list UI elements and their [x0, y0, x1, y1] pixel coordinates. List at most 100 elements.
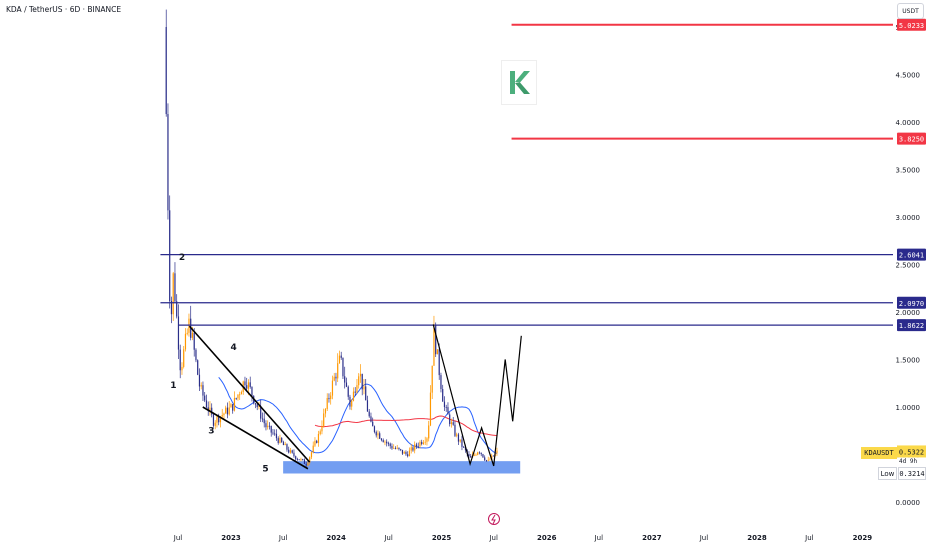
candle-body: [459, 439, 461, 442]
wave-label: 1: [170, 381, 176, 391]
candle-body: [284, 444, 286, 446]
price-tick-label: 1.0000: [896, 404, 921, 412]
candle-body: [342, 357, 344, 377]
candle-body: [373, 426, 376, 432]
candle-body: [200, 385, 202, 387]
price-tick-label: 2.0000: [896, 309, 921, 317]
candle-body: [267, 425, 269, 428]
candle-body: [415, 444, 418, 447]
candle-body: [454, 424, 456, 436]
price-tick-label: 4.5000: [896, 72, 921, 80]
candle-body: [281, 437, 283, 443]
candle-body: [230, 404, 232, 408]
candle-body: [179, 349, 181, 371]
candle-body: [347, 386, 349, 397]
candle-body: [291, 450, 293, 453]
wave-label: 3: [208, 427, 214, 437]
candle-body: [197, 360, 199, 375]
candle-body: [485, 460, 488, 461]
candle-body: [456, 434, 458, 436]
wave-label: 4: [230, 343, 236, 353]
support-zone: [283, 461, 521, 474]
candle-body: [379, 433, 381, 439]
candle-body: [417, 446, 419, 448]
price-tick-label: 1.5000: [896, 357, 921, 365]
candle-body: [480, 452, 482, 455]
candle-body: [380, 438, 383, 441]
candle-body: [188, 318, 190, 333]
time-tick-label: 2025: [432, 534, 452, 542]
candle-body: [359, 373, 362, 377]
projection-path[interactable]: [432, 324, 522, 467]
candle-body: [323, 413, 325, 427]
wave-label: 2: [179, 253, 185, 263]
candle-body: [319, 431, 321, 434]
candle-body: [328, 398, 330, 400]
price-tick-label: 0.0000: [896, 499, 921, 507]
price-chart[interactable]: 12345 5.00004.50004.00003.50003.00002.50…: [0, 0, 932, 550]
time-tick-label: 2024: [326, 534, 346, 542]
candle-body: [225, 407, 227, 414]
candle-body: [186, 332, 188, 334]
candle-body: [478, 452, 481, 454]
wave-label: 5: [262, 465, 268, 475]
candle-body: [261, 418, 264, 420]
low-value: 0.3214: [898, 467, 926, 480]
candle-body: [239, 394, 241, 396]
candle-body: [496, 450, 498, 454]
candle-body: [191, 332, 194, 338]
candle-body: [249, 382, 251, 387]
price-tick-label: 3.5000: [896, 167, 921, 175]
candle-body: [429, 392, 432, 426]
candle-body: [214, 422, 216, 426]
candle-body: [419, 441, 421, 447]
candle-body: [386, 441, 388, 444]
candle-body: [436, 349, 439, 355]
kadena-logo-icon: [510, 71, 530, 94]
currency-button[interactable]: USDT: [897, 3, 924, 19]
candle-body: [316, 440, 318, 443]
candle-body: [398, 447, 400, 450]
candle-body: [428, 425, 430, 439]
candle-body: [475, 454, 477, 456]
candle-body: [422, 442, 425, 445]
candle-body: [212, 414, 215, 426]
candle-body: [307, 462, 309, 466]
time-tick-label: Jul: [594, 534, 604, 542]
candle-body: [449, 414, 451, 425]
candle-body: [421, 441, 423, 445]
low-label: Low: [878, 467, 897, 480]
candle-body: [354, 391, 356, 393]
candle-body: [244, 381, 246, 386]
candle-body: [426, 438, 428, 442]
candle-body: [167, 114, 169, 211]
price-tag-label: 2.6041: [899, 252, 924, 260]
candle-body: [289, 450, 292, 453]
wedge-trendline[interactable]: [202, 406, 309, 470]
candle-body: [407, 454, 409, 457]
candle-body: [305, 463, 307, 466]
candle-body: [335, 376, 337, 379]
candle-body: [221, 415, 223, 417]
candle-body: [314, 440, 316, 446]
candle-body: [275, 433, 278, 439]
time-tick-label: 2023: [221, 534, 241, 542]
candle-body: [333, 376, 335, 381]
candle-body: [295, 456, 297, 460]
candle-body: [400, 449, 402, 450]
wedge-trendline[interactable]: [188, 325, 311, 463]
candle-body: [195, 349, 197, 361]
candle-body: [302, 459, 304, 460]
time-tick-label: Jul: [173, 534, 183, 542]
candle-body: [296, 459, 299, 460]
candle-body: [165, 27, 167, 115]
candle-body: [482, 454, 484, 458]
candle-body: [321, 426, 323, 432]
candle-body: [263, 418, 265, 424]
candle-body: [324, 409, 327, 414]
candle-body: [358, 376, 360, 386]
candle-body: [183, 349, 185, 367]
time-tick-label: Jul: [488, 534, 498, 542]
candle-body: [247, 382, 250, 389]
candle-body: [382, 440, 384, 443]
